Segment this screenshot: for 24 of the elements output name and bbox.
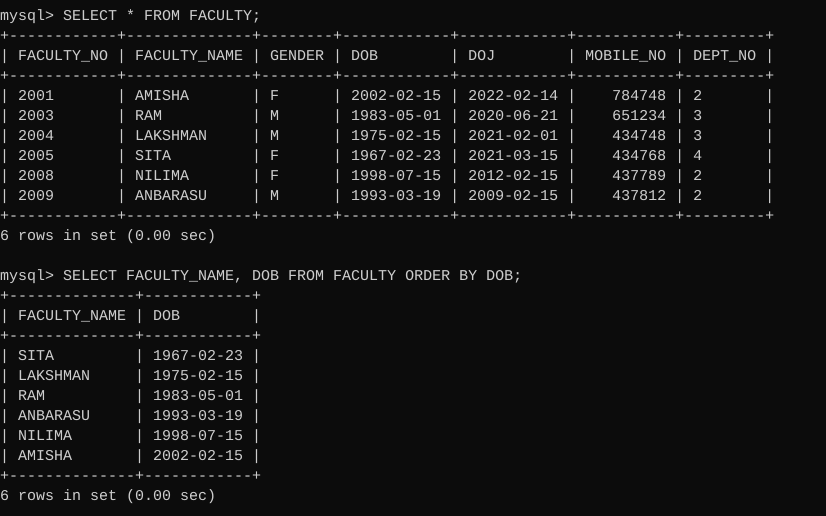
table-border: +------------+--------------+--------+------------+------------+-----------+---------+ (0, 207, 774, 227)
table-row: | 2009 | ANBARASU | M | 1993-03-19 | 2009-02-15 | 437812 | 2 | (0, 187, 774, 207)
table-border: +------------+--------------+--------+------------+------------+-----------+---------+ (0, 67, 774, 87)
table-border: +--------------+------------+ (0, 327, 262, 347)
command-line: mysql> SELECT FACULTY_NAME, DOB FROM FACULTY ORDER BY DOB; (0, 267, 522, 287)
table-row: | RAM | 1983-05-01 | (0, 387, 262, 407)
result-summary: 6 rows in set (0.00 sec) (0, 227, 216, 247)
command-line: mysql> SELECT * FROM FACULTY; (0, 7, 262, 27)
table-row: | NILIMA | 1998-07-15 | (0, 427, 262, 447)
table-border: +------------+--------------+--------+------------+------------+-----------+---------+ (0, 27, 774, 47)
table-border: +--------------+------------+ (0, 287, 262, 307)
table-row: | 2004 | LAKSHMAN | M | 1975-02-15 | 2021-02-01 | 434748 | 3 | (0, 127, 774, 147)
table-row: | FACULTY_NO | FACULTY_NAME | GENDER | DOB | DOJ | MOBILE_NO | DEPT_NO | (0, 47, 774, 67)
table-border: +--------------+------------+ (0, 467, 262, 487)
table-row: | 2001 | AMISHA | F | 2002-02-15 | 2022-02-14 | 784748 | 2 | (0, 87, 774, 107)
table-row: | FACULTY_NAME | DOB | (0, 307, 262, 327)
table-row: | 2003 | RAM | M | 1983-05-01 | 2020-06-21 | 651234 | 3 | (0, 107, 774, 127)
table-row: | ANBARASU | 1993-03-19 | (0, 407, 262, 427)
table-row: | LAKSHMAN | 1975-02-15 | (0, 367, 262, 387)
table-row: | AMISHA | 2002-02-15 | (0, 447, 262, 467)
table-row: | 2005 | SITA | F | 1967-02-23 | 2021-03-15 | 434768 | 4 | (0, 147, 774, 167)
table-row: | 2008 | NILIMA | F | 1998-07-15 | 2012-02-15 | 437789 | 2 | (0, 167, 774, 187)
result-summary: 6 rows in set (0.00 sec) (0, 487, 216, 507)
table-row: | SITA | 1967-02-23 | (0, 347, 262, 367)
